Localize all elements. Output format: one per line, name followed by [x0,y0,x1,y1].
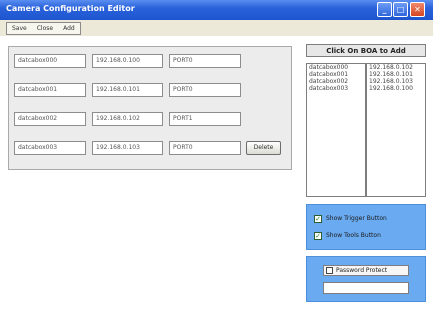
list-item[interactable]: 192.168.0.100 [367,85,425,92]
password-protect-label: Password Protect [336,267,388,274]
show-tools-checkbox[interactable]: ✓ [314,232,322,240]
list-item[interactable]: datcabox001 [307,71,365,78]
camera-ip-field[interactable]: 192.168.0.103 [92,141,163,155]
camera-port-field[interactable]: PORT1 [169,112,241,126]
camera-ip-field[interactable]: 192.168.0.102 [92,112,163,126]
password-protect-checkbox[interactable] [326,267,333,274]
camera-name-field[interactable]: datcabox002 [14,112,86,126]
boa-name-list[interactable]: datcabox000 datcabox001 datcabox002 datc… [306,63,366,197]
delete-button[interactable]: Delete [246,141,281,155]
add-boa-header: Click On BOA to Add [306,44,426,57]
button-options-panel: ✓ Show Trigger Button ✓ Show Tools Butto… [306,204,426,250]
camera-port-field[interactable]: PORT0 [169,83,241,97]
camera-ip-field[interactable]: 192.168.0.101 [92,83,163,97]
title-bar[interactable]: Camera Configuration Editor _ □ ✕ [0,0,433,20]
password-panel: Password Protect [306,256,426,302]
list-item[interactable]: datcabox000 [307,64,365,71]
camera-name-field[interactable]: datcabox003 [14,141,86,155]
list-item[interactable]: 192.168.0.102 [367,64,425,71]
menu-close[interactable]: Close [32,23,58,34]
password-protect-option[interactable]: Password Protect [323,265,409,276]
password-input[interactable] [323,282,409,294]
camera-port-field[interactable]: PORT0 [169,141,241,155]
show-trigger-label: Show Trigger Button [326,215,387,222]
camera-name-field[interactable]: datcabox000 [14,54,86,68]
boa-ip-list[interactable]: 192.168.0.102 192.168.0.101 192.168.0.10… [366,63,426,197]
maximize-button[interactable]: □ [393,2,408,17]
list-item[interactable]: 192.168.0.101 [367,71,425,78]
minimize-button[interactable]: _ [377,2,392,17]
camera-list-panel: datcabox000 192.168.0.100 PORT0 datcabox… [8,46,292,170]
menu-save[interactable]: Save [7,23,32,34]
menu-add[interactable]: Add [58,23,80,34]
list-item[interactable]: 192.168.0.103 [367,78,425,85]
show-trigger-checkbox[interactable]: ✓ [314,215,322,223]
camera-ip-field[interactable]: 192.168.0.100 [92,54,163,68]
show-tools-label: Show Tools Button [326,232,381,239]
list-item[interactable]: datcabox003 [307,85,365,92]
window-title: Camera Configuration Editor [6,4,135,13]
client-area: datcabox000 192.168.0.100 PORT0 datcabox… [0,36,433,331]
list-item[interactable]: datcabox002 [307,78,365,85]
menu-group: Save Close Add [6,22,81,35]
app-window: Camera Configuration Editor _ □ ✕ Save C… [0,0,433,331]
close-button[interactable]: ✕ [410,2,425,17]
menu-bar: Save Close Add [0,20,433,36]
camera-port-field[interactable]: PORT0 [169,54,241,68]
camera-name-field[interactable]: datcabox001 [14,83,86,97]
